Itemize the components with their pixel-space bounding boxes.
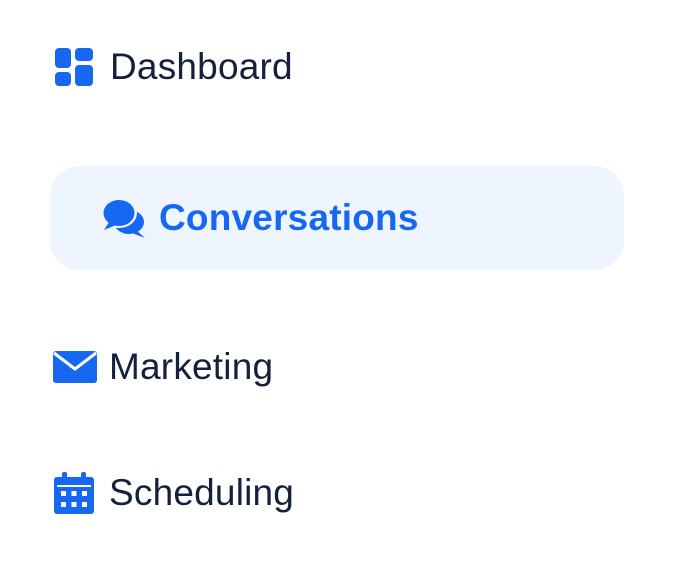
sidebar-item-conversations[interactable]: Conversations xyxy=(50,166,624,270)
sidebar-item-scheduling[interactable]: Scheduling xyxy=(54,470,294,516)
dashboard-grid-icon xyxy=(54,48,94,86)
sidebar-item-label: Marketing xyxy=(109,346,274,387)
sidebar-item-label: Conversations xyxy=(159,197,419,238)
sidebar-item-label: Scheduling xyxy=(109,472,295,513)
chat-bubbles-icon xyxy=(102,197,146,239)
sidebar-item-dashboard[interactable]: Dashboard xyxy=(54,44,293,90)
calendar-icon xyxy=(54,472,94,514)
envelope-icon xyxy=(52,351,97,383)
sidebar-nav: Dashboard Conversations Marketing Schedu… xyxy=(0,0,674,562)
sidebar-item-label: Dashboard xyxy=(110,46,293,87)
sidebar-item-marketing[interactable]: Marketing xyxy=(52,344,273,390)
